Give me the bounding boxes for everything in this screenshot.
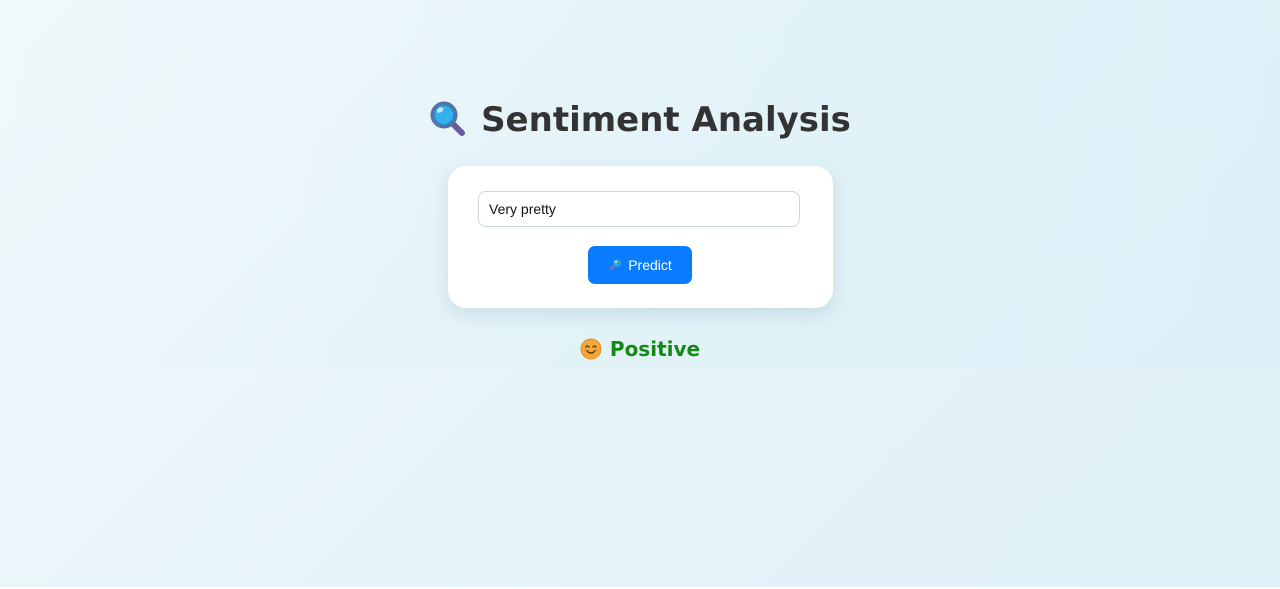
predict-button[interactable]: Predict	[588, 246, 692, 284]
result-label: Positive	[609, 337, 701, 361]
magnifying-glass-icon	[429, 100, 467, 138]
page-title-text: Sentiment Analysis	[481, 100, 851, 140]
predict-button-label: Predict	[628, 257, 672, 273]
sentiment-text-input[interactable]	[478, 191, 800, 227]
page-title: Sentiment Analysis	[0, 98, 1280, 142]
magnifying-glass-icon	[608, 258, 622, 272]
input-card: Predict	[448, 166, 833, 308]
smiling-face-icon	[580, 338, 602, 360]
prediction-result: Positive	[0, 336, 1280, 362]
